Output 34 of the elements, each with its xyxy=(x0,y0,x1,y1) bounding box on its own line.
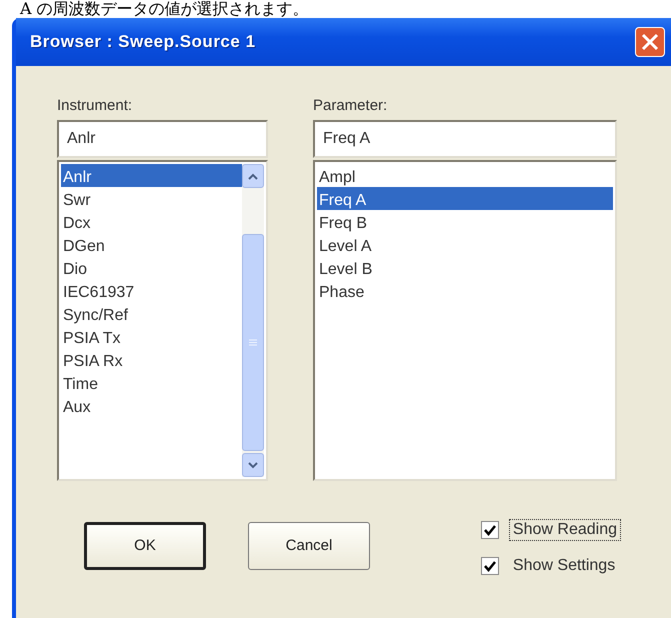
list-item[interactable]: Aux xyxy=(61,394,242,417)
list-item[interactable]: Level B xyxy=(317,256,613,279)
list-item[interactable]: PSIA Tx xyxy=(61,325,242,348)
list-item[interactable]: Freq A xyxy=(317,187,613,210)
scroll-bar[interactable] xyxy=(242,164,264,477)
dialog-button[interactable]: OK xyxy=(84,522,206,570)
list-item[interactable]: Swr xyxy=(61,187,242,210)
checkbox[interactable] xyxy=(480,520,499,538)
list-item[interactable]: IEC61937 xyxy=(61,279,242,302)
list-item[interactable]: Anlr xyxy=(61,164,242,187)
list-item[interactable]: Dcx xyxy=(61,210,242,233)
field-label: Parameter: xyxy=(313,97,388,114)
field-label: Instrument: xyxy=(57,97,132,114)
checkbox-label[interactable]: Show Reading xyxy=(508,518,621,540)
close-icon[interactable] xyxy=(635,27,665,57)
list-item[interactable]: Dio xyxy=(61,256,242,279)
window-title: Browser : Sweep.Source 1 xyxy=(30,32,256,52)
list-item[interactable]: DGen xyxy=(61,233,242,256)
scroll-down-icon[interactable] xyxy=(242,453,264,477)
scroll-thumb[interactable] xyxy=(242,234,264,451)
list-item[interactable]: Sync/Ref xyxy=(61,302,242,325)
list-item[interactable]: PSIA Rx xyxy=(61,348,242,371)
list-item[interactable]: Ampl xyxy=(317,164,613,187)
list-item[interactable]: Phase xyxy=(317,279,613,302)
list-item[interactable]: Time xyxy=(61,371,242,394)
checkbox-label[interactable]: Show Settings xyxy=(508,554,620,576)
dialog-button[interactable]: Cancel xyxy=(248,522,370,570)
text-field[interactable]: Freq A xyxy=(313,120,617,158)
scroll-up-icon[interactable] xyxy=(242,164,264,188)
list-item[interactable]: Freq B xyxy=(317,210,613,233)
text-field[interactable]: Anlr xyxy=(57,120,268,158)
caption-text: A の周波数データの値が選択されます。 xyxy=(18,0,310,18)
list-item[interactable]: Level A xyxy=(317,233,613,256)
checkbox[interactable] xyxy=(480,556,499,574)
